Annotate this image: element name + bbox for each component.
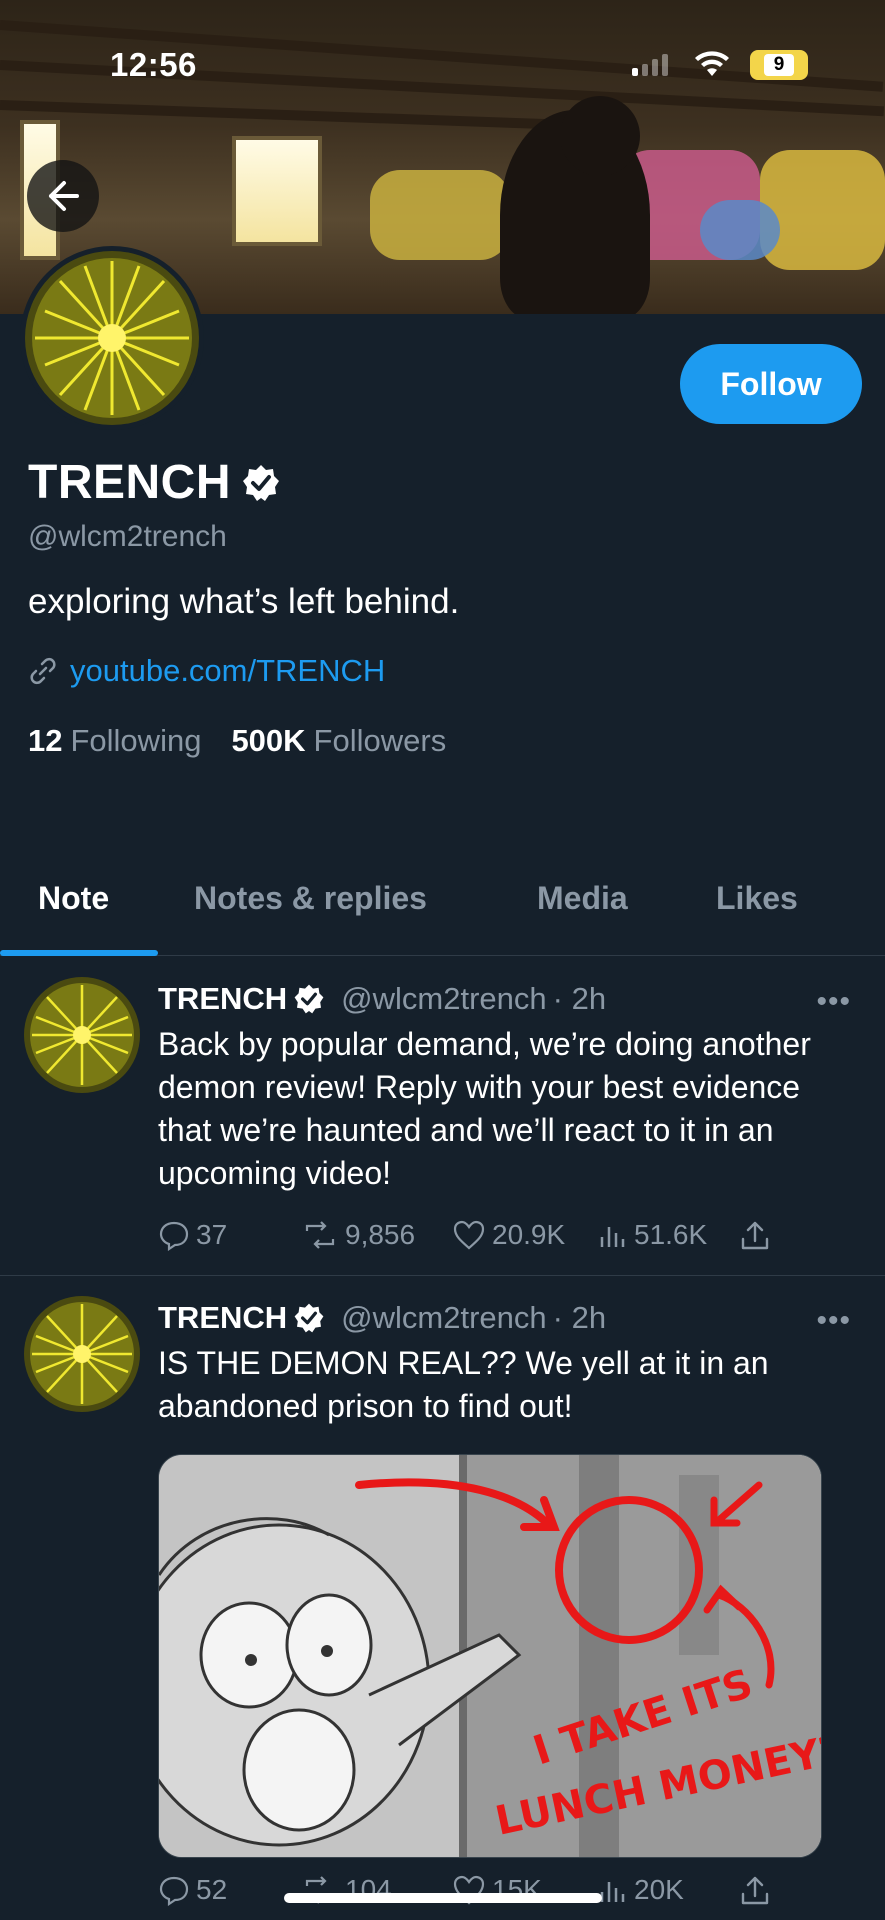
status-time: 12:56: [110, 46, 197, 83]
reply-button[interactable]: 52: [158, 1874, 227, 1906]
share-button[interactable]: [738, 1219, 772, 1253]
share-icon: [741, 1876, 769, 1905]
post-author-handle[interactable]: @wlcm2trench: [341, 1300, 546, 1336]
verified-badge-icon: [243, 464, 279, 501]
profile-tabs: Note Notes & replies Media Likes: [0, 860, 885, 956]
verified-badge-icon: [294, 1303, 324, 1333]
status-bar: 12:56 9: [0, 38, 885, 88]
profile-link[interactable]: youtube.com/TRENCH: [28, 653, 385, 689]
profile-bio: exploring what’s left behind.: [28, 582, 460, 621]
profile-stats: 12 Following 500K Followers: [28, 723, 446, 759]
post-header: TRENCH @wlcm2trench · 2h: [158, 981, 606, 1017]
post-author-name[interactable]: TRENCH: [158, 981, 287, 1017]
following-stat[interactable]: 12 Following: [28, 723, 201, 759]
post-media-image[interactable]: I TAKE ITS LUNCH MONEY?!: [158, 1454, 822, 1858]
post-text: Back by popular demand, we’re doing anot…: [158, 1026, 811, 1191]
back-button[interactable]: [27, 160, 99, 232]
views-count: 51.6K: [634, 1219, 708, 1250]
reply-icon: [159, 1221, 189, 1251]
profile-avatar[interactable]: [20, 246, 204, 430]
like-button[interactable]: 20.9K: [452, 1219, 565, 1251]
views-count: 20K: [634, 1874, 684, 1905]
tab-media[interactable]: Media: [537, 880, 628, 917]
follow-button[interactable]: Follow: [680, 344, 862, 424]
post-author-name[interactable]: TRENCH: [158, 1300, 287, 1336]
views-button[interactable]: 20K: [598, 1874, 684, 1906]
repost-count: 9,856: [345, 1219, 416, 1250]
post-item[interactable]: TRENCH @wlcm2trench · 2h ••• Back by pop…: [0, 957, 885, 1275]
cellular-signal-icon: [632, 54, 668, 76]
reply-icon: [159, 1876, 189, 1906]
share-button[interactable]: [738, 1874, 772, 1908]
repost-button[interactable]: 9,856: [301, 1219, 415, 1251]
post-text: IS THE DEMON REAL?? We yell at it in an …: [158, 1345, 769, 1424]
reply-button[interactable]: 37: [158, 1219, 227, 1251]
battery-level: 9: [764, 54, 794, 76]
heart-icon: [453, 1220, 485, 1250]
post-avatar[interactable]: [24, 1296, 140, 1412]
reply-count: 37: [196, 1219, 228, 1250]
home-indicator[interactable]: [284, 1893, 602, 1903]
profile-handle: @wlcm2trench: [28, 520, 227, 553]
repost-icon: [305, 1221, 335, 1249]
battery-icon: 9: [750, 50, 808, 80]
link-icon: [30, 657, 56, 685]
more-options-icon[interactable]: •••: [816, 985, 851, 1019]
verified-badge-icon: [294, 984, 324, 1014]
post-header: TRENCH @wlcm2trench · 2h: [158, 1300, 606, 1336]
post-time: · 2h: [552, 1300, 607, 1335]
tab-likes[interactable]: Likes: [716, 880, 798, 917]
post-actions: 37 9,856 20.9K 51.6K: [158, 1219, 798, 1259]
share-icon: [741, 1221, 769, 1250]
post-time: · 2h: [552, 981, 607, 1016]
wifi-icon: [695, 51, 729, 76]
post-author-handle[interactable]: @wlcm2trench: [341, 981, 546, 1017]
reply-count: 52: [196, 1874, 228, 1905]
arrow-left-icon: [49, 181, 79, 211]
followers-stat[interactable]: 500K Followers: [231, 723, 446, 759]
views-icon: [600, 1227, 625, 1247]
active-tab-indicator: [0, 950, 158, 956]
views-button[interactable]: 51.6K: [598, 1219, 707, 1251]
post-avatar[interactable]: [24, 977, 140, 1093]
profile-display-name: TRENCH: [28, 456, 231, 509]
tab-notes-replies[interactable]: Notes & replies: [194, 880, 427, 917]
views-icon: [600, 1882, 625, 1902]
more-options-icon[interactable]: •••: [816, 1304, 851, 1338]
like-count: 20.9K: [492, 1219, 566, 1250]
tab-note[interactable]: Note: [38, 880, 109, 917]
post-item[interactable]: TRENCH @wlcm2trench · 2h ••• IS THE DEMO…: [0, 1276, 885, 1920]
profile-link-text[interactable]: youtube.com/TRENCH: [70, 653, 385, 689]
profile-name-row: TRENCH: [28, 455, 281, 510]
